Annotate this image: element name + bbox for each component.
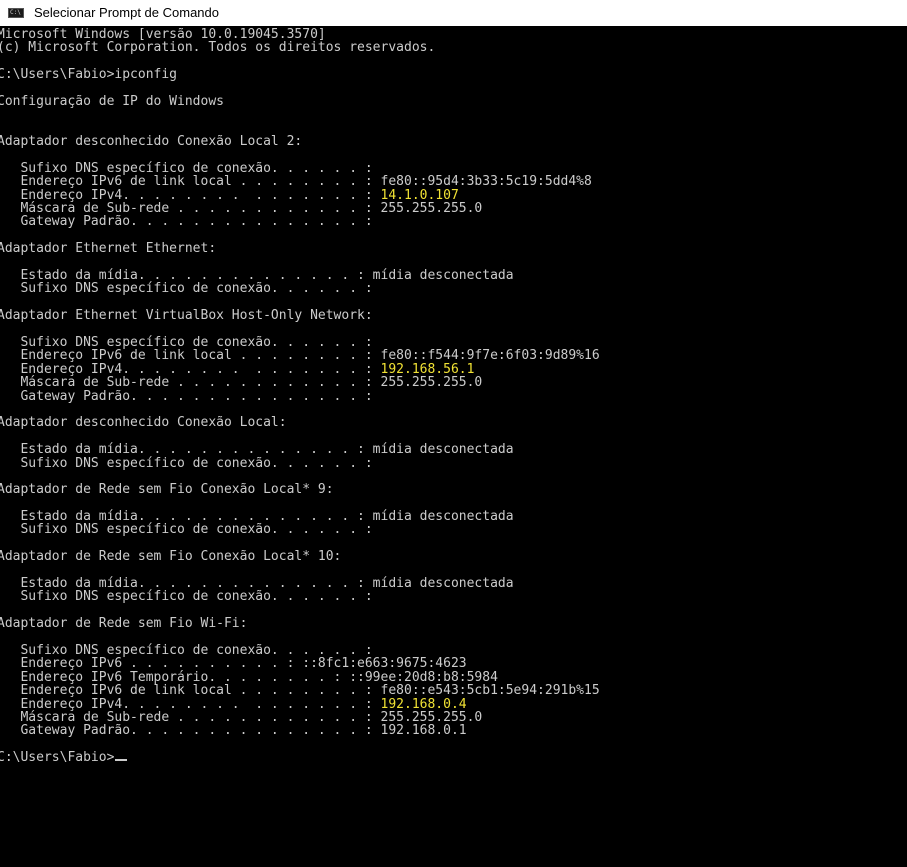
console-line: Configuração de IP do Windows: [0, 95, 907, 108]
console-line: Sufixo DNS específico de conexão. . . . …: [0, 336, 907, 349]
console-line: Sufixo DNS específico de conexão. . . . …: [0, 590, 907, 603]
console-line: Sufixo DNS específico de conexão. . . . …: [0, 282, 907, 295]
command-prompt-window: C:\ Selecionar Prompt de Comando Microso…: [0, 0, 907, 867]
console-line: Adaptador desconhecido Conexão Local:: [0, 416, 907, 429]
console-line: Estado da mídia. . . . . . . . . . . . .…: [0, 269, 907, 282]
console-line-text: C:\Users\Fabio>ipconfig: [0, 67, 178, 83]
console-line-text: Adaptador de Rede sem Fio Conexão Local*…: [0, 482, 334, 498]
console-line: Microsoft Windows [versão 10.0.19045.357…: [0, 28, 907, 41]
console-line-text: Adaptador Ethernet Ethernet:: [0, 241, 217, 257]
console-line: Adaptador de Rede sem Fio Conexão Local*…: [0, 550, 907, 563]
console-line-text: Sufixo DNS específico de conexão. . . . …: [0, 522, 373, 538]
console-line: Adaptador de Rede sem Fio Wi-Fi:: [0, 617, 907, 630]
console-line-text: (c) Microsoft Corporation. Todos os dire…: [0, 40, 436, 56]
console-line-text: Gateway Padrão. . . . . . . . . . . . . …: [0, 214, 373, 230]
console-output[interactable]: Microsoft Windows [versão 10.0.19045.357…: [0, 28, 907, 867]
console-line: Adaptador Ethernet VirtualBox Host-Only …: [0, 309, 907, 322]
console-line: Adaptador de Rede sem Fio Conexão Local*…: [0, 483, 907, 496]
console-line: Sufixo DNS específico de conexão. . . . …: [0, 644, 907, 657]
console-line: Endereço IPv6 de link local . . . . . . …: [0, 684, 907, 697]
console-line: Endereço IPv6 Temporário. . . . . . . . …: [0, 671, 907, 684]
console-line: Estado da mídia. . . . . . . . . . . . .…: [0, 577, 907, 590]
console-line: Endereço IPv6 . . . . . . . . . . : ::8f…: [0, 657, 907, 670]
console-line: Adaptador desconhecido Conexão Local 2:: [0, 135, 907, 148]
window-title: Selecionar Prompt de Comando: [34, 5, 219, 20]
console-line-text: Gateway Padrão. . . . . . . . . . . . . …: [0, 723, 467, 739]
console-line-text: Adaptador desconhecido Conexão Local:: [0, 415, 287, 431]
console-line-text: Adaptador de Rede sem Fio Conexão Local*…: [0, 549, 342, 565]
console-line-text: C:\Users\Fabio>: [0, 750, 115, 766]
console-line: Adaptador Ethernet Ethernet:: [0, 242, 907, 255]
console-line-text: Gateway Padrão. . . . . . . . . . . . . …: [0, 388, 373, 404]
console-line: Máscara de Sub-rede . . . . . . . . . . …: [0, 376, 907, 389]
console-line: C:\Users\Fabio>ipconfig: [0, 68, 907, 81]
cmd-icon: C:\: [8, 8, 24, 18]
console-line: Estado da mídia. . . . . . . . . . . . .…: [0, 443, 907, 456]
console-line-text: Sufixo DNS específico de conexão. . . . …: [0, 281, 373, 297]
console-line: Endereço IPv4. . . . . . . . . . . . . .…: [0, 188, 907, 202]
console-line: Gateway Padrão. . . . . . . . . . . . . …: [0, 215, 907, 228]
console-line-text: Sufixo DNS específico de conexão. . . . …: [0, 455, 373, 471]
console-line: Sufixo DNS específico de conexão. . . . …: [0, 455, 907, 471]
console-line-text: Adaptador de Rede sem Fio Wi-Fi:: [0, 616, 248, 632]
console-line: Máscara de Sub-rede . . . . . . . . . . …: [0, 711, 907, 724]
title-bar[interactable]: C:\ Selecionar Prompt de Comando: [0, 0, 907, 26]
console-line-text: Adaptador Ethernet VirtualBox Host-Only …: [0, 308, 373, 324]
console-line: Máscara de Sub-rede . . . . . . . . . . …: [0, 202, 907, 215]
console-line: Estado da mídia. . . . . . . . . . . . .…: [0, 510, 907, 523]
console-line: Endereço IPv6 de link local . . . . . . …: [0, 349, 907, 362]
console-line-text: Sufixo DNS específico de conexão. . . . …: [0, 589, 373, 605]
console-line: Gateway Padrão. . . . . . . . . . . . . …: [0, 388, 907, 404]
text-cursor: [115, 759, 128, 762]
console-line-text: Adaptador desconhecido Conexão Local 2:: [0, 134, 303, 150]
console-line: Sufixo DNS específico de conexão. . . . …: [0, 162, 907, 175]
console-line: Endereço IPv6 de link local . . . . . . …: [0, 175, 907, 188]
console-line: (c) Microsoft Corporation. Todos os dire…: [0, 41, 907, 54]
console-line: Endereço IPv4. . . . . . . . . . . . . .…: [0, 697, 907, 711]
console-line: Endereço IPv4. . . . . . . . . . . . . .…: [0, 363, 907, 376]
console-line-text: Configuração de IP do Windows: [0, 93, 224, 109]
console-line: Sufixo DNS específico de conexão. . . . …: [0, 523, 907, 536]
console-line: C:\Users\Fabio>: [0, 751, 907, 764]
console-line: Gateway Padrão. . . . . . . . . . . . . …: [0, 724, 907, 737]
